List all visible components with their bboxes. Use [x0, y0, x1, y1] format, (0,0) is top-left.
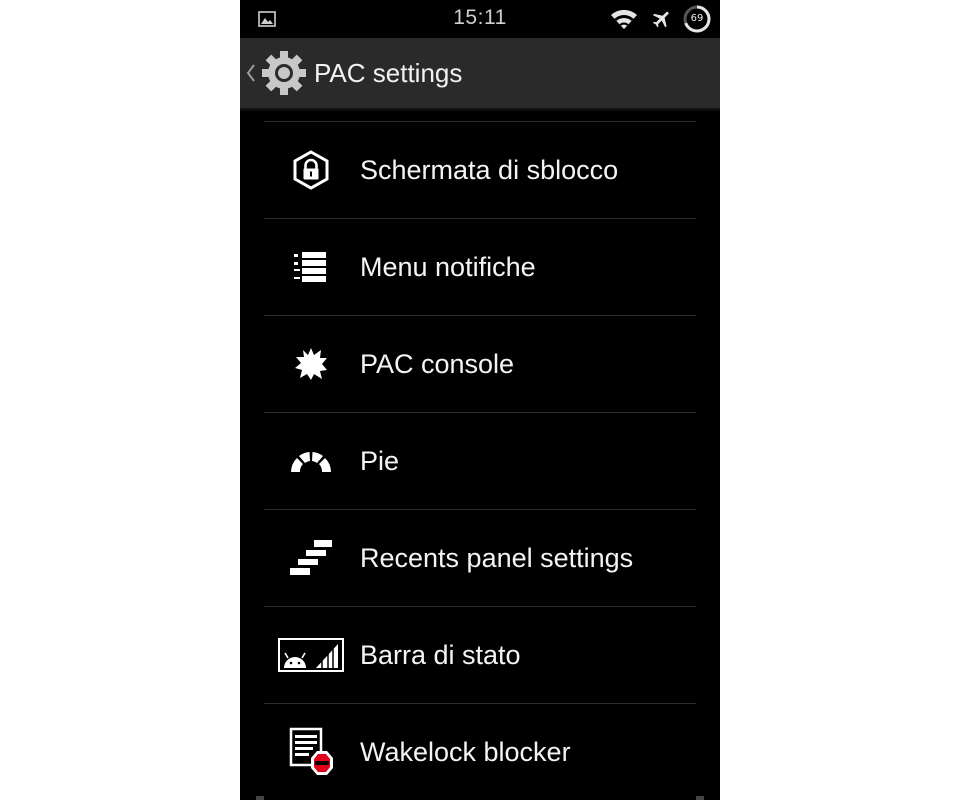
pie-arc-icon	[278, 437, 344, 485]
pac-splat-icon	[278, 340, 344, 388]
settings-item-pac-console[interactable]: PAC console	[240, 316, 720, 413]
scroll-edge-mark	[696, 796, 704, 800]
settings-item-pie[interactable]: Pie	[240, 413, 720, 510]
settings-item-label: Barra di stato	[360, 640, 521, 670]
action-bar-shadow	[240, 108, 720, 112]
status-bar-android-icon	[278, 631, 344, 679]
status-time: 15:11	[453, 6, 507, 29]
settings-item-status-bar[interactable]: Barra di stato	[240, 607, 720, 704]
settings-item-label: Menu notifiche	[360, 252, 536, 282]
lock-hexagon-icon	[278, 146, 344, 194]
page-title: PAC settings	[314, 58, 463, 88]
settings-item-lockscreen[interactable]: Schermata di sblocco	[240, 122, 720, 219]
status-bar: 15:11 69	[240, 0, 720, 38]
back-chevron-icon[interactable]	[245, 62, 257, 84]
settings-item-label: Pie	[360, 446, 400, 476]
settings-item-label: PAC console	[360, 349, 515, 379]
airplane-mode-icon	[652, 11, 669, 28]
recents-stairs-icon	[278, 534, 344, 582]
notification-list-icon	[278, 243, 344, 291]
action-bar[interactable]: PAC settings	[240, 38, 720, 108]
wakelock-blocker-icon	[278, 727, 344, 776]
settings-item-label: Schermata di sblocco	[360, 155, 619, 185]
settings-item-notification-menu[interactable]: Menu notifiche	[240, 219, 720, 316]
settings-item-recents-panel[interactable]: Recents panel settings	[240, 510, 720, 607]
settings-item-label: Wakelock blocker	[360, 737, 571, 767]
wifi-icon	[611, 9, 637, 29]
scroll-edge-mark	[256, 796, 264, 800]
phone-screen: 15:11 69 PAC settings Schermata di sbloc…	[240, 0, 720, 800]
settings-gear-icon[interactable]	[260, 49, 308, 97]
settings-item-label: Recents panel settings	[360, 543, 634, 573]
settings-item-wakelock-blocker[interactable]: Wakelock blocker	[240, 704, 720, 800]
battery-level-text: 69	[690, 13, 704, 24]
